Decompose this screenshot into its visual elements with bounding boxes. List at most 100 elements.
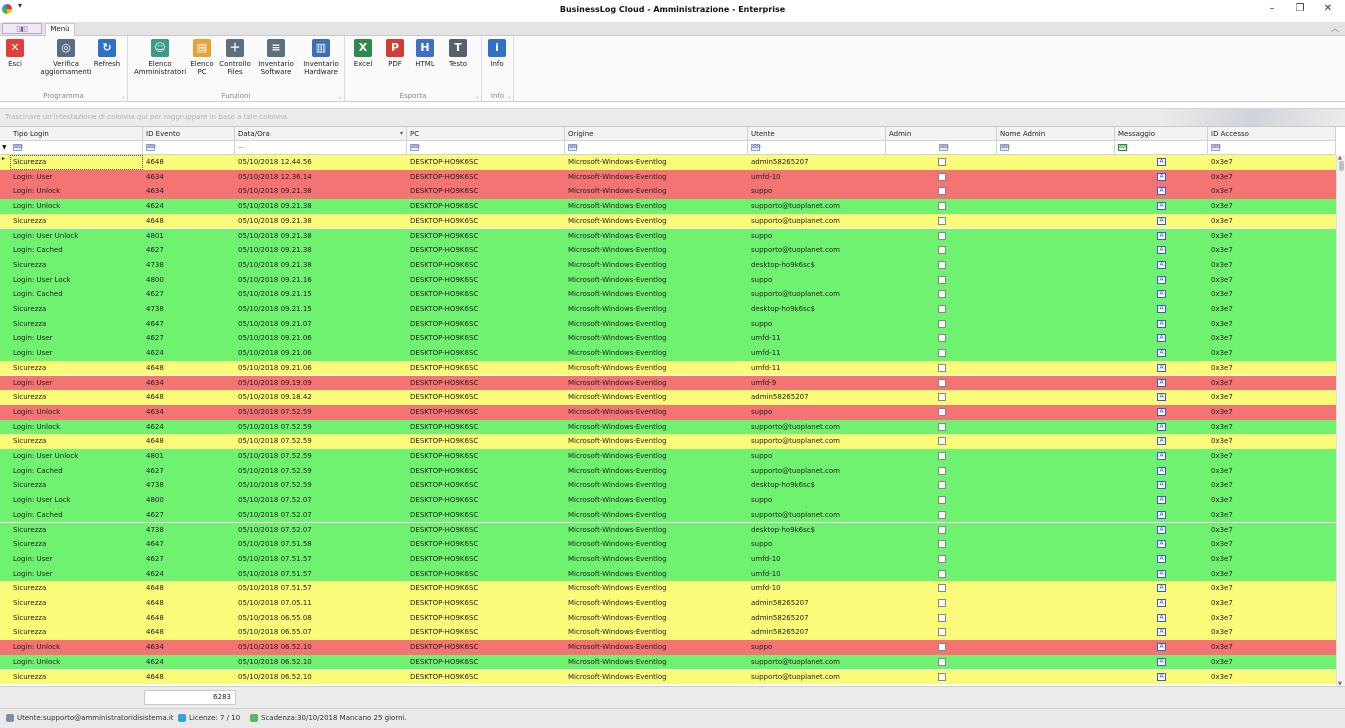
admin-checkbox[interactable] <box>938 481 946 490</box>
table-cell[interactable]: 4648 <box>143 611 235 626</box>
table-cell[interactable]: 4800 <box>143 493 235 508</box>
table-cell[interactable]: Microsoft-Windows-Eventlog <box>565 405 748 420</box>
ribbon-button-elenco-amministratori[interactable]: ☺ Elenco Amministratori <box>134 39 186 76</box>
table-cell[interactable]: 05/10/2018 09.21.38 <box>235 258 407 273</box>
message-icon[interactable]: A <box>1157 158 1166 166</box>
column-header-admin[interactable]: Admin <box>886 127 997 140</box>
table-row[interactable]: Sicurezza 4647 05/10/2018 07.51.58 DESKTOP-… <box>0 537 1336 552</box>
table-cell[interactable]: 0x3e7 <box>1208 655 1336 670</box>
table-cell[interactable] <box>997 640 1115 655</box>
table-cell[interactable]: Microsoft-Windows-Eventlog <box>565 625 748 640</box>
ribbon-button-testo[interactable]: T Testo <box>445 39 471 68</box>
ribbon-button-elenco-pc[interactable]: ▤ Elenco PC <box>188 39 216 76</box>
table-row[interactable]: Sicurezza 4738 05/10/2018 09.21.15 DESKTOP-… <box>0 302 1336 317</box>
table-cell[interactable]: 4648 <box>143 670 235 685</box>
table-row[interactable]: Login: User 4627 05/10/2018 09.21.06 DESKTO… <box>0 331 1336 347</box>
table-cell[interactable]: Microsoft-Windows-Eventlog <box>565 478 748 493</box>
table-cell[interactable]: DESKTOP-HO9K6SC <box>407 508 565 523</box>
group-launcher-icon[interactable]: ⌟ <box>338 93 341 100</box>
column-header-origine[interactable]: Origine <box>565 127 748 140</box>
table-cell[interactable]: supporto@tuoplanet.com <box>748 243 886 258</box>
table-row[interactable]: Login: User 4634 05/10/2018 12.36.14 DESKTO… <box>0 169 1336 185</box>
table-cell[interactable]: Login: Cached <box>10 287 143 302</box>
filter-cell[interactable]: abc <box>10 141 143 154</box>
table-cell[interactable]: Microsoft-Windows-Eventlog <box>565 567 748 582</box>
table-cell[interactable]: 0x3e7 <box>1208 376 1336 391</box>
table-cell[interactable]: 05/10/2018 09.21.06 <box>235 346 407 361</box>
table-cell[interactable]: Login: User <box>10 552 143 567</box>
table-cell[interactable]: Login: User <box>10 170 143 185</box>
table-cell[interactable]: Microsoft-Windows-Eventlog <box>565 493 748 508</box>
column-header-messaggio[interactable]: Messaggio <box>1115 127 1208 140</box>
table-cell[interactable]: 0x3e7 <box>1208 273 1336 288</box>
table-cell[interactable]: Login: User <box>10 346 143 361</box>
filter-cell[interactable]: abc <box>748 141 886 154</box>
message-icon[interactable]: A <box>1157 407 1166 416</box>
table-cell[interactable]: Sicurezza <box>10 581 143 596</box>
message-icon[interactable]: A <box>1157 569 1166 578</box>
message-icon[interactable]: A <box>1157 643 1166 652</box>
message-icon[interactable]: A <box>1157 452 1166 460</box>
table-cell[interactable]: 05/10/2018 07.52.59 <box>235 405 407 420</box>
table-cell[interactable] <box>997 508 1115 523</box>
ribbon-button-pdf[interactable]: P PDF <box>383 39 407 68</box>
table-cell[interactable]: 05/10/2018 07.51.57 <box>235 567 407 582</box>
table-row[interactable]: Sicurezza 4648 05/10/2018 07.51.57 DESKTOP-… <box>0 581 1336 596</box>
table-cell[interactable]: Sicurezza <box>10 258 143 273</box>
table-cell[interactable] <box>997 581 1115 596</box>
table-cell[interactable]: 0x3e7 <box>1208 258 1336 273</box>
table-cell[interactable] <box>997 317 1115 332</box>
message-icon[interactable]: A <box>1157 290 1166 299</box>
table-row[interactable]: Sicurezza 4647 05/10/2018 09.21.07 DESKTOP-… <box>0 316 1336 332</box>
table-cell[interactable]: 4738 <box>143 478 235 493</box>
table-cell[interactable]: DESKTOP-HO9K6SC <box>407 199 565 214</box>
message-icon[interactable]: A <box>1157 246 1166 255</box>
table-cell[interactable]: Microsoft-Windows-Eventlog <box>565 523 748 538</box>
table-cell[interactable]: 0x3e7 <box>1208 405 1336 420</box>
table-cell[interactable]: 4648 <box>143 581 235 596</box>
table-cell[interactable]: 4624 <box>143 420 235 435</box>
table-cell[interactable]: 0x3e7 <box>1208 243 1336 258</box>
table-cell[interactable]: Microsoft-Windows-Eventlog <box>565 581 748 596</box>
column-header-nome-admin[interactable]: Nome Admin <box>997 127 1115 140</box>
table-cell[interactable]: 4627 <box>143 287 235 302</box>
table-cell[interactable] <box>997 243 1115 258</box>
table-cell[interactable] <box>997 390 1115 405</box>
table-cell[interactable]: 4648 <box>143 214 235 229</box>
admin-checkbox[interactable] <box>938 540 946 549</box>
table-cell[interactable]: 4624 <box>143 567 235 582</box>
table-cell[interactable]: 0x3e7 <box>1208 184 1336 199</box>
table-cell[interactable] <box>997 361 1115 376</box>
ribbon-button-refresh[interactable]: ↻ Refresh <box>90 39 124 68</box>
table-cell[interactable]: 4624 <box>143 655 235 670</box>
table-cell[interactable] <box>997 670 1115 685</box>
table-row[interactable]: Login: User 4624 05/10/2018 07.51.57 DESKTO… <box>0 566 1336 582</box>
table-cell[interactable]: 4627 <box>143 464 235 479</box>
table-cell[interactable]: admin58265207 <box>748 155 886 170</box>
admin-checkbox[interactable] <box>938 187 946 196</box>
table-cell[interactable]: 4634 <box>143 405 235 420</box>
table-cell[interactable]: DESKTOP-HO9K6SC <box>407 449 565 464</box>
table-cell[interactable] <box>997 199 1115 214</box>
table-cell[interactable]: DESKTOP-HO9K6SC <box>407 434 565 449</box>
table-cell[interactable]: 0x3e7 <box>1208 346 1336 361</box>
table-cell[interactable]: 0x3e7 <box>1208 625 1336 640</box>
table-cell[interactable]: Login: Unlock <box>10 184 143 199</box>
table-cell[interactable]: Microsoft-Windows-Eventlog <box>565 273 748 288</box>
table-cell[interactable]: 05/10/2018 07.52.07 <box>235 523 407 538</box>
table-cell[interactable]: Microsoft-Windows-Eventlog <box>565 596 748 611</box>
message-icon[interactable]: A <box>1157 584 1166 593</box>
table-cell[interactable] <box>997 611 1115 626</box>
table-cell[interactable]: 4738 <box>143 258 235 273</box>
table-cell[interactable]: Microsoft-Windows-Eventlog <box>565 184 748 199</box>
table-cell[interactable]: 0x3e7 <box>1208 302 1336 317</box>
tab-menu[interactable]: Menù <box>45 23 75 37</box>
table-cell[interactable]: supporto@tuoplanet.com <box>748 508 886 523</box>
column-header-tipo-login[interactable]: Tipo Login <box>10 127 143 140</box>
message-icon[interactable]: A <box>1157 187 1166 196</box>
admin-checkbox[interactable] <box>938 158 946 166</box>
table-cell[interactable]: 4634 <box>143 184 235 199</box>
column-header-data-ora[interactable]: Data/Ora ▾ <box>235 127 407 140</box>
table-cell[interactable]: Microsoft-Windows-Eventlog <box>565 464 748 479</box>
table-cell[interactable]: Sicurezza <box>10 361 143 376</box>
